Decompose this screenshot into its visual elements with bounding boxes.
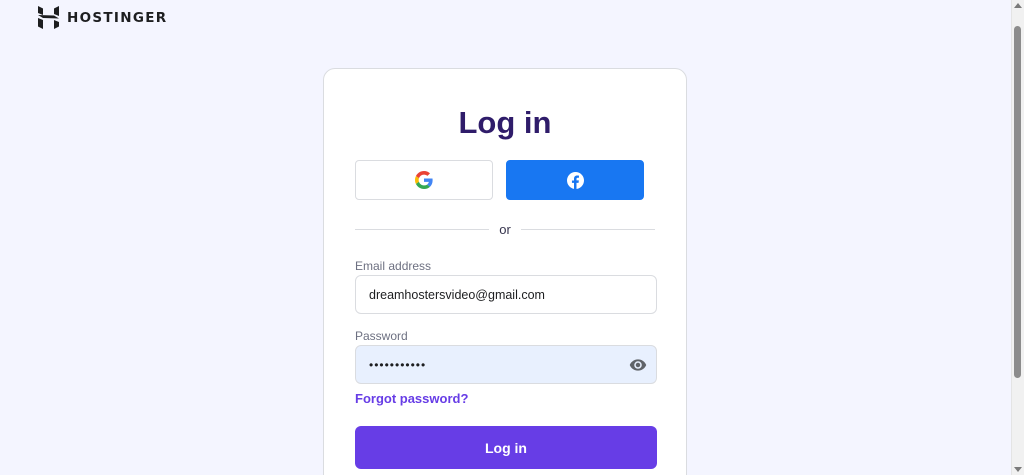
email-label: Email address — [355, 259, 432, 273]
google-icon — [415, 171, 433, 189]
scroll-down-arrow-icon[interactable] — [1014, 467, 1022, 472]
google-login-button[interactable] — [355, 160, 493, 200]
login-submit-button[interactable]: Log in — [355, 426, 657, 469]
show-password-eye-icon[interactable] — [628, 356, 648, 374]
login-title: Log in — [458, 105, 552, 140]
divider-text: or — [499, 221, 511, 237]
divider-line-right — [520, 228, 655, 230]
scroll-up-arrow-icon[interactable] — [1014, 3, 1022, 8]
facebook-icon — [566, 171, 584, 189]
scrollbar-thumb[interactable] — [1014, 26, 1021, 378]
page-scrollbar[interactable] — [1011, 0, 1024, 475]
facebook-login-button[interactable] — [506, 160, 644, 200]
login-card: Log in or Email address dreamhostersvide… — [323, 68, 687, 475]
email-value: dreamhostersvideo@gmail.com — [369, 287, 545, 302]
divider-line-left — [355, 228, 490, 230]
brand-logo[interactable]: HOSTINGER — [38, 6, 167, 29]
brand-name: HOSTINGER — [67, 9, 168, 26]
password-label: Password — [355, 329, 408, 343]
hostinger-logo-icon — [38, 6, 59, 29]
password-field[interactable]: ••••••••••• — [355, 345, 657, 384]
forgot-password-link[interactable]: Forgot password? — [355, 391, 468, 406]
password-value: ••••••••••• — [369, 357, 427, 372]
login-page: HOSTINGER Log in or Email address dreamh… — [0, 0, 1024, 475]
email-field[interactable]: dreamhostersvideo@gmail.com — [355, 275, 657, 314]
or-divider: or — [355, 221, 655, 237]
